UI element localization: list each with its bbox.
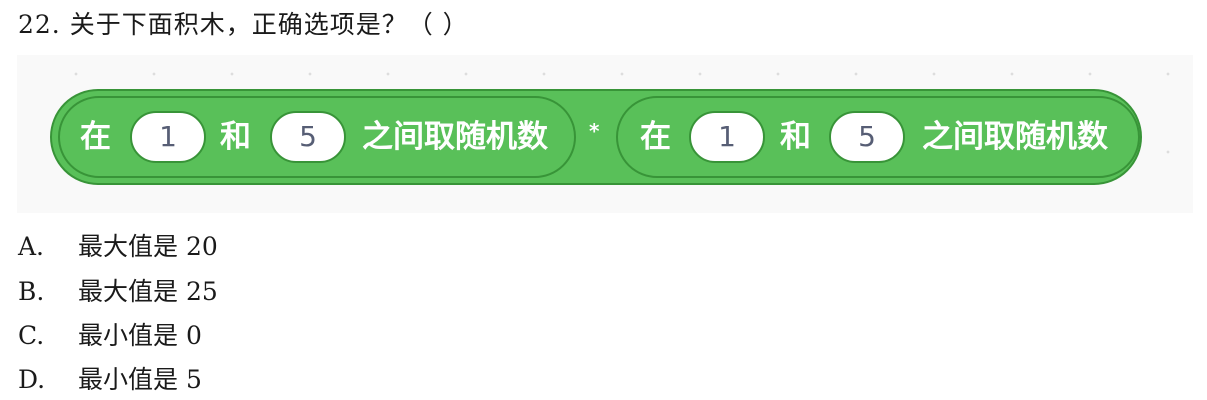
option-b-text: 最大值是 25	[78, 277, 218, 306]
option-c[interactable]: C. 最小值是 0	[18, 319, 202, 353]
option-b-letter: B.	[18, 277, 45, 306]
multiply-operator-symbol: *	[589, 119, 600, 143]
random-right-prefix: 在	[640, 119, 671, 155]
question-title: 22. 关于下面积木，正确选项是？（ ）	[18, 10, 469, 39]
option-a[interactable]: A. 最大值是 20	[18, 230, 218, 264]
option-c-text: 最小值是 0	[78, 321, 202, 350]
option-a-text: 最大值是 20	[78, 232, 218, 261]
random-left-prefix: 在	[80, 119, 111, 155]
option-c-letter: C.	[18, 321, 45, 350]
random-right-and-label: 和	[780, 119, 811, 155]
random-left-suffix: 之间取随机数	[362, 119, 548, 155]
option-d[interactable]: D. 最小值是 5	[18, 363, 202, 397]
random-right-suffix: 之间取随机数	[922, 119, 1108, 155]
random-right-from-input[interactable]: 1	[689, 111, 765, 163]
option-b[interactable]: B. 最大值是 25	[18, 275, 218, 309]
option-d-letter: D.	[18, 365, 46, 394]
random-right-to-input[interactable]: 5	[829, 111, 905, 163]
random-left-from-input[interactable]: 1	[130, 111, 206, 163]
random-left-to-input[interactable]: 5	[270, 111, 346, 163]
option-d-text: 最小值是 5	[78, 365, 202, 394]
random-left-and-label: 和	[220, 119, 251, 155]
option-a-letter: A.	[18, 232, 45, 261]
